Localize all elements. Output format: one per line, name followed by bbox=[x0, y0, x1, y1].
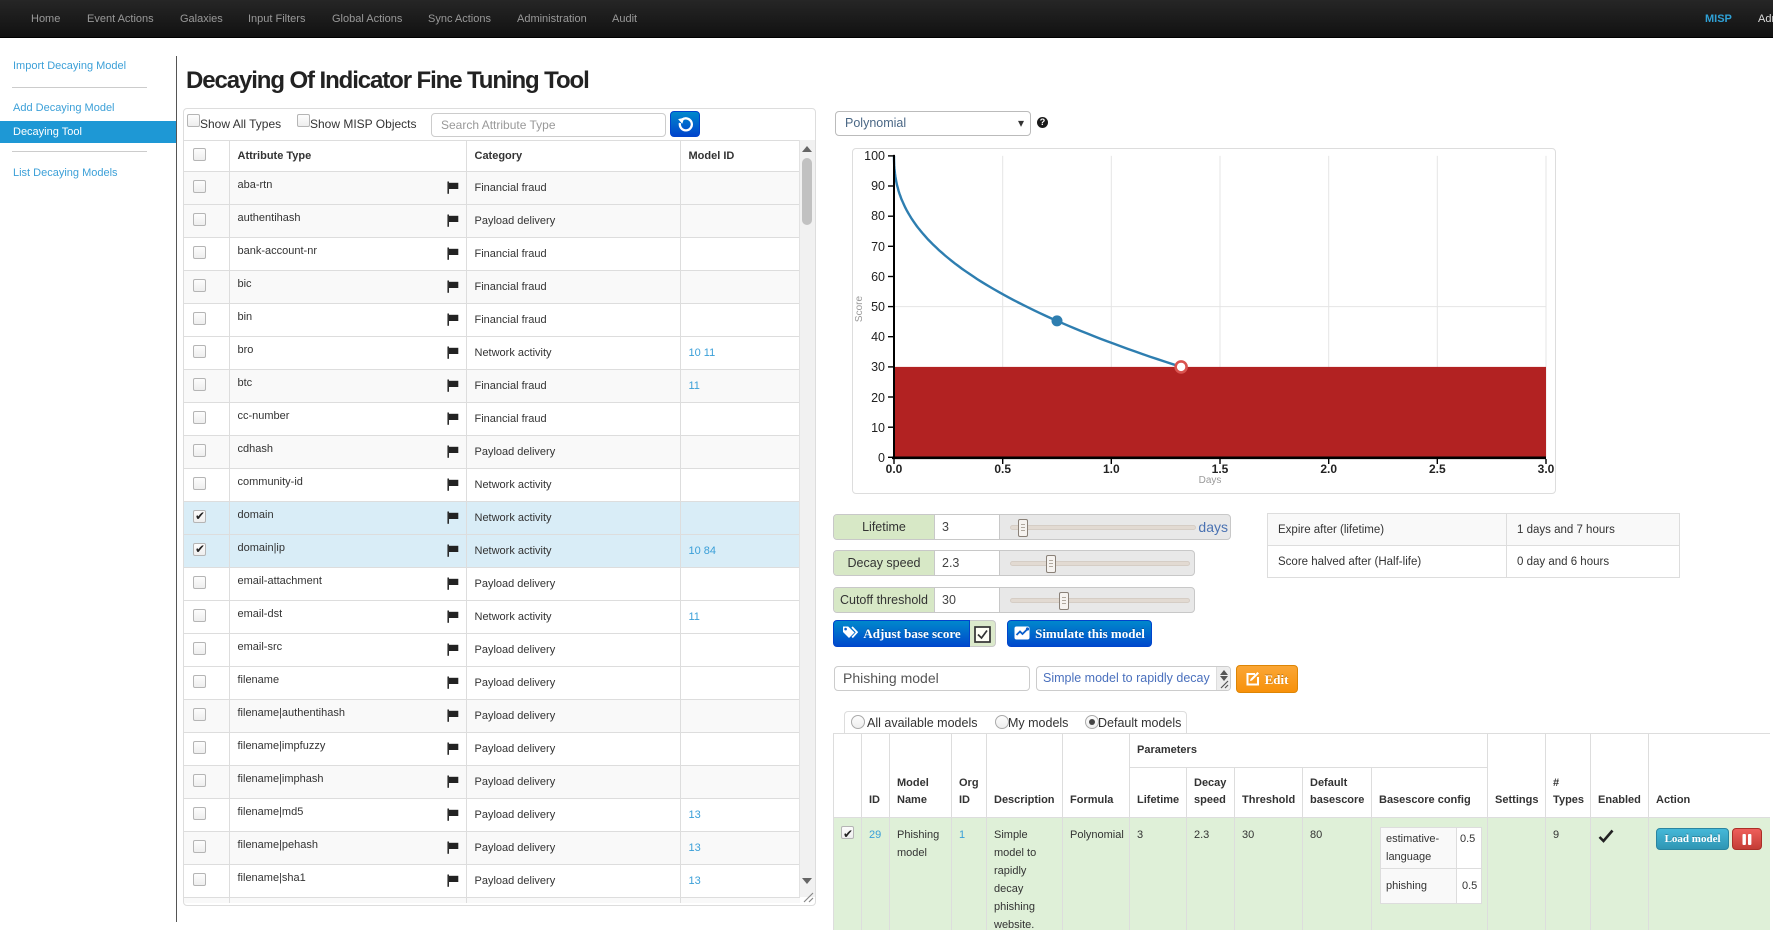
svg-text:100: 100 bbox=[864, 149, 885, 163]
svg-text:80: 80 bbox=[871, 209, 885, 223]
svg-text:2.0: 2.0 bbox=[1320, 462, 1337, 476]
svg-text:60: 60 bbox=[871, 270, 885, 284]
svg-text:Score: Score bbox=[854, 296, 865, 323]
svg-text:2.5: 2.5 bbox=[1429, 462, 1446, 476]
svg-text:10: 10 bbox=[871, 421, 885, 435]
svg-text:0.5: 0.5 bbox=[994, 462, 1011, 476]
svg-text:50: 50 bbox=[871, 300, 885, 314]
svg-text:70: 70 bbox=[871, 240, 885, 254]
svg-text:1.0: 1.0 bbox=[1103, 462, 1120, 476]
svg-text:40: 40 bbox=[871, 330, 885, 344]
svg-text:0.0: 0.0 bbox=[886, 462, 903, 476]
svg-text:3.0: 3.0 bbox=[1538, 462, 1555, 476]
svg-text:90: 90 bbox=[871, 179, 885, 193]
svg-text:Days: Days bbox=[1199, 475, 1222, 486]
svg-text:20: 20 bbox=[871, 391, 885, 405]
svg-text:1.5: 1.5 bbox=[1212, 462, 1229, 476]
svg-text:30: 30 bbox=[871, 360, 885, 374]
svg-text:0: 0 bbox=[878, 451, 885, 465]
